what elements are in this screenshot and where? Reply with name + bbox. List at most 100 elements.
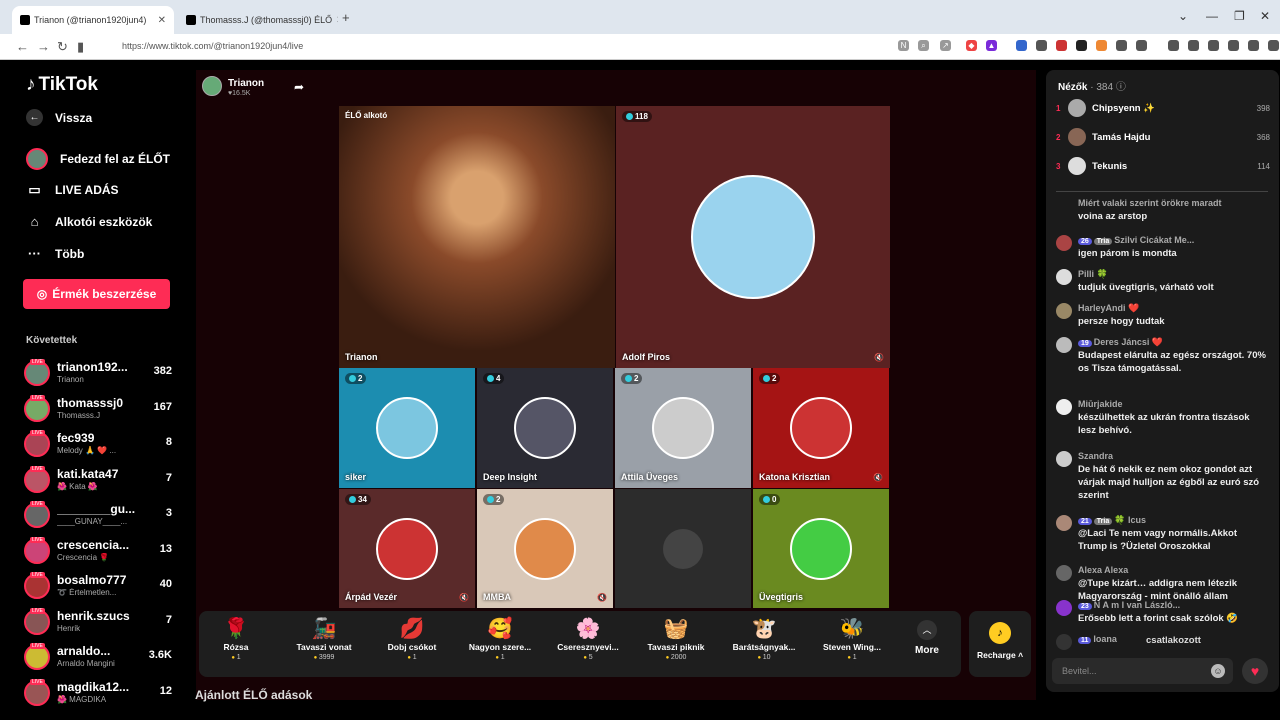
chat-username[interactable]: 19 Deres Jáncsi ❤️ [1078, 337, 1268, 348]
gift-item[interactable]: 🚂 Tavaszi vonat ● 3999 [286, 617, 362, 661]
minimize-button[interactable]: — [1206, 9, 1218, 23]
bookmark-icon[interactable]: ▮ [77, 39, 84, 55]
host-avatar[interactable] [202, 76, 222, 96]
guest-tile[interactable]: 4 Deep Insight [477, 368, 613, 488]
info-icon[interactable]: ⓘ [1116, 82, 1126, 93]
top-viewer-row[interactable]: 2 Tamás Hajdu 368 [1056, 127, 1270, 147]
extension-icon[interactable] [1116, 40, 1127, 51]
chat-username[interactable]: 23 N A m I van László... [1078, 600, 1268, 610]
gift-item[interactable]: 🐮 Barátságnyak... ● 10 [726, 617, 802, 661]
user-avatar[interactable] [1056, 337, 1072, 353]
user-avatar[interactable] [1056, 600, 1072, 616]
user-avatar[interactable] [1056, 634, 1072, 650]
chat-username[interactable]: 26 Tria Szilvi Cicákat Me... [1078, 235, 1268, 245]
guest-tile[interactable]: 2 MMBA 🔇 [477, 489, 613, 608]
followed-item[interactable]: LIVE trianon192... Trianon 382 [24, 358, 172, 390]
forward-icon[interactable]: → [37, 39, 50, 54]
guest-tile[interactable]: 34 Árpád Vezér 🔇 [339, 489, 475, 608]
nav-more[interactable]: ··· Több [26, 245, 84, 262]
close-tab-icon[interactable]: ✕ [158, 15, 166, 26]
user-avatar[interactable] [1056, 399, 1072, 415]
user-avatar[interactable] [1056, 235, 1072, 251]
chat-username[interactable]: HarleyAndi ❤️ [1078, 303, 1268, 314]
shield-extension-icon[interactable]: ◆ [966, 40, 977, 51]
close-window-button[interactable]: ✕ [1260, 9, 1270, 23]
chat-username[interactable]: 21 Tria 🍀 Icus [1078, 515, 1268, 526]
maximize-button[interactable]: ❐ [1234, 9, 1245, 23]
menu-icon[interactable] [1268, 40, 1279, 51]
followed-item[interactable]: LIVE henrik.szucs Henrik 7 [24, 607, 172, 639]
music-icon[interactable] [1168, 40, 1179, 51]
chat-username[interactable]: Pilli 🍀 [1078, 269, 1268, 280]
top-viewer-row[interactable]: 1 Chipsyenn ✨ 398 [1056, 98, 1270, 118]
user-avatar[interactable] [1056, 565, 1072, 581]
emoji-icon[interactable]: ☺ [1211, 664, 1225, 678]
followed-item[interactable]: LIVE fec939 Melody 🙏 ❤️ ... 8 [24, 429, 172, 461]
triangle-extension-icon[interactable]: ▲ [986, 40, 997, 51]
guest-tile[interactable]: 2 Katona Krisztian 🔇 [753, 368, 889, 488]
gift-item[interactable]: 💋 Dobj csókot ● 1 [374, 617, 450, 661]
user-avatar[interactable] [1056, 269, 1072, 285]
user-avatar[interactable] [1056, 303, 1072, 319]
recharge-button[interactable]: ♪ Recharge ˄ [969, 611, 1031, 677]
back-icon[interactable]: ← [16, 39, 29, 54]
like-heart-button[interactable]: ♥ [1242, 658, 1268, 684]
close-tab-icon[interactable]: ✕ [336, 15, 338, 26]
shield-icon[interactable] [1248, 40, 1259, 51]
guest-tile[interactable]: 2 Attila Üveges [615, 368, 751, 488]
followed-item[interactable]: LIVE bosalmo777 ➰ Értelmetlen... 40 [24, 571, 172, 603]
top-viewer-row[interactable]: 3 Tekunis 114 [1056, 156, 1270, 176]
chat-input[interactable]: Bevitel... [1052, 658, 1233, 684]
copilot-icon[interactable] [1228, 40, 1239, 51]
chat-username[interactable]: Miért valaki szerint örökre maradt [1078, 198, 1268, 208]
nav-explore-live[interactable]: Fedezd fel az ÉLŐT [26, 148, 170, 170]
guest-tile[interactable]: 118 Adolf Piros 🔇 [616, 106, 890, 368]
wallet-icon[interactable] [1208, 40, 1219, 51]
user-avatar[interactable] [1056, 515, 1072, 531]
viewer-count: 40 [159, 578, 172, 590]
gift-item[interactable]: 🌸 Cseresznyevi... ● 5 [550, 617, 626, 661]
guest-tile[interactable]: 0 Üvegtigris [753, 489, 889, 608]
reading-list-icon[interactable] [1188, 40, 1199, 51]
gift-item[interactable]: 🧺 Tavaszi piknik ● 2000 [638, 617, 714, 661]
zoom-icon[interactable]: ⌕ [918, 40, 929, 51]
followed-item[interactable]: LIVE arnaldo... Arnaldo Mangini 3.6K [24, 642, 172, 674]
host-tile[interactable]: ÉLŐ alkotó Trianon [339, 106, 615, 368]
translate-icon[interactable]: N [898, 40, 909, 51]
more-gifts-button[interactable]: ︿ More [912, 620, 942, 656]
tiktok-logo[interactable]: ♪ TikTok [26, 74, 98, 96]
chat-username[interactable]: Szandra [1078, 451, 1268, 461]
host-name[interactable]: Trianon [228, 78, 264, 89]
gift-item[interactable]: 🌹 Rózsa ● 1 [198, 617, 274, 661]
chat-username[interactable]: Miūrjakide [1078, 399, 1268, 409]
followed-item[interactable]: LIVE crescencia... Crescencia 🌹 13 [24, 536, 172, 568]
back-link[interactable]: ← Vissza [26, 109, 92, 126]
viewers-header[interactable]: Nézők · 384 ⓘ [1058, 78, 1126, 93]
share-icon[interactable]: ➦ [294, 80, 304, 94]
new-tab-button[interactable]: + [342, 10, 350, 25]
guest-tile[interactable] [615, 489, 751, 608]
user-avatar[interactable] [1056, 451, 1072, 467]
puzzle-icon[interactable] [1136, 40, 1147, 51]
extension-icon[interactable] [1036, 40, 1047, 51]
chat-username[interactable]: Alexa Alexa [1078, 565, 1268, 575]
tab-thomasssj0[interactable]: Thomasss.J (@thomasssj0) ÉLŐ ✕ [178, 6, 338, 34]
tab-list-icon[interactable]: ⌄ [1178, 9, 1188, 23]
guest-tile[interactable]: 2 siker [339, 368, 475, 488]
followed-item[interactable]: LIVE ________gu... ____GUNAY____... 3 [24, 500, 172, 532]
gift-item[interactable]: 🐝 Steven Wing... ● 1 [814, 617, 890, 661]
get-coins-button[interactable]: ◎ Érmék beszerzése [23, 279, 170, 309]
followed-item[interactable]: LIVE magdika12... 🌺 MAGDIKA 12 [24, 678, 172, 710]
extension-icon[interactable] [1016, 40, 1027, 51]
nav-live-studio[interactable]: ▭ LIVE ADÁS [26, 181, 118, 198]
share-page-icon[interactable]: ↗ [940, 40, 951, 51]
extension-icon[interactable] [1076, 40, 1087, 51]
followed-item[interactable]: LIVE thomasssj0 Thomasss.J 167 [24, 394, 172, 426]
tab-trianon[interactable]: Trianon (@trianon1920jun4) ✕ [12, 6, 174, 34]
reload-icon[interactable]: ↻ [57, 39, 68, 55]
gift-item[interactable]: 🥰 Nagyon szere... ● 1 [462, 617, 538, 661]
extension-icon[interactable] [1096, 40, 1107, 51]
nav-creator-tools[interactable]: ⌂ Alkotói eszközök [26, 213, 153, 230]
followed-item[interactable]: LIVE kati.kata47 🌺 Kata 🌺 7 [24, 465, 172, 497]
extension-icon[interactable] [1056, 40, 1067, 51]
